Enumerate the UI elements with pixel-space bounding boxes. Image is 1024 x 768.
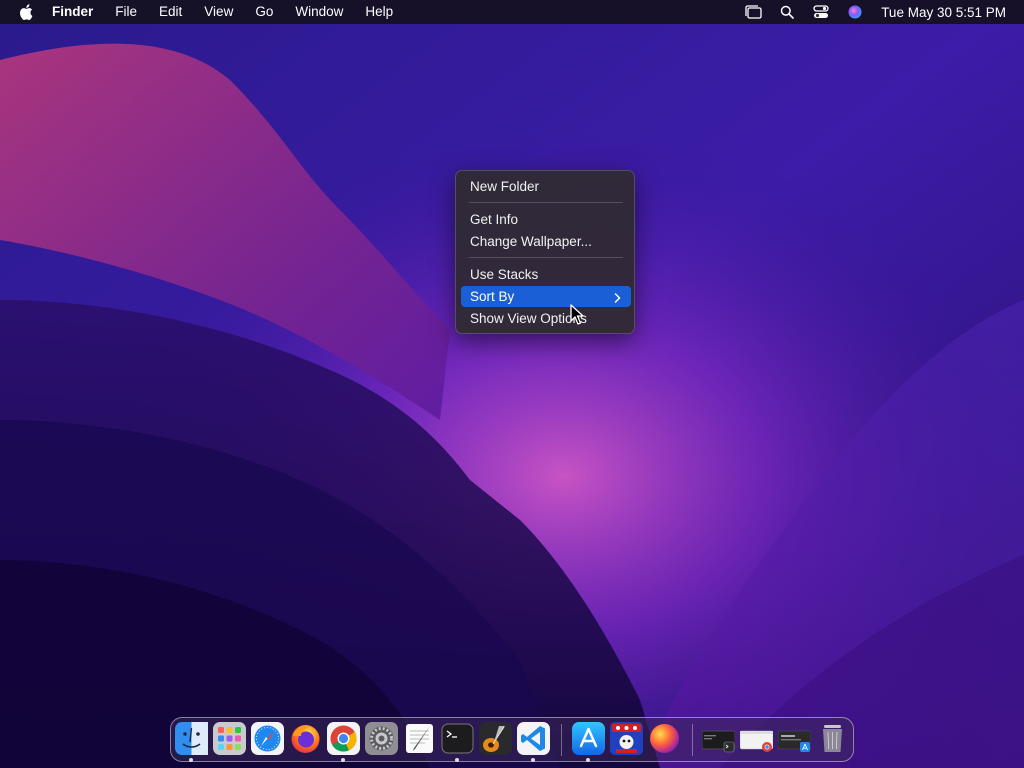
menu-item-new-folder[interactable]: New Folder	[461, 176, 631, 197]
chrome-icon[interactable]	[327, 722, 360, 755]
running-indicator	[189, 758, 193, 762]
menu-item-sort-by-label: Sort By	[470, 289, 515, 304]
running-indicator	[531, 758, 535, 762]
running-indicator	[586, 758, 590, 762]
spotlight-search-icon[interactable]	[777, 4, 797, 20]
dock-divider	[561, 724, 562, 756]
menu-item-show-view-options[interactable]: Show View Options	[461, 308, 631, 329]
mouse-cursor-icon	[569, 304, 587, 326]
system-settings-icon[interactable]	[365, 722, 398, 755]
running-indicator	[455, 758, 459, 762]
dock-divider	[692, 724, 693, 756]
textedit-icon[interactable]	[403, 722, 436, 755]
menu-go[interactable]: Go	[255, 0, 273, 24]
menu-separator	[469, 202, 623, 203]
game-icon[interactable]	[610, 722, 643, 755]
running-indicator	[341, 758, 345, 762]
color-picker-icon[interactable]	[648, 722, 681, 755]
dock	[170, 717, 854, 762]
menu-finder[interactable]: Finder	[52, 0, 93, 24]
menu-edit[interactable]: Edit	[159, 0, 182, 24]
garageband-icon[interactable]	[479, 722, 512, 755]
stage-manager-icon[interactable]	[743, 4, 763, 20]
app-store-thumbnail-icon[interactable]	[777, 722, 812, 755]
launchpad-icon[interactable]	[213, 722, 246, 755]
desktop-wallpaper	[0, 0, 1024, 768]
menu-item-use-stacks[interactable]: Use Stacks	[461, 264, 631, 285]
safari-icon[interactable]	[251, 722, 284, 755]
terminal-thumbnail-icon[interactable]	[701, 722, 736, 755]
menu-view[interactable]: View	[204, 0, 233, 24]
apple-menu-icon[interactable]	[16, 0, 36, 24]
desktop-context-menu: New Folder Get Info Change Wallpaper... …	[455, 170, 635, 334]
menu-help[interactable]: Help	[365, 0, 393, 24]
menubar-clock[interactable]: Tue May 30 5:51 PM	[881, 5, 1006, 20]
menu-item-change-wallpaper[interactable]: Change Wallpaper...	[461, 231, 631, 252]
chevron-right-icon	[614, 286, 621, 307]
menu-item-sort-by[interactable]: Sort By	[461, 286, 631, 307]
menu-item-get-info[interactable]: Get Info	[461, 209, 631, 230]
menu-separator	[469, 257, 623, 258]
siri-icon[interactable]	[845, 4, 865, 20]
trash-icon[interactable]	[816, 722, 849, 755]
menu-file[interactable]: File	[115, 0, 137, 24]
finder-icon[interactable]	[175, 722, 208, 755]
vscode-icon[interactable]	[517, 722, 550, 755]
menu-bar: Finder File Edit View Go Window Help Tue…	[0, 0, 1024, 24]
terminal-icon[interactable]	[441, 722, 474, 755]
chrome-thumbnail-icon[interactable]	[739, 722, 774, 755]
menu-window[interactable]: Window	[295, 0, 343, 24]
app-store-icon[interactable]	[572, 722, 605, 755]
control-center-icon[interactable]	[811, 4, 831, 20]
firefox-icon[interactable]	[289, 722, 322, 755]
